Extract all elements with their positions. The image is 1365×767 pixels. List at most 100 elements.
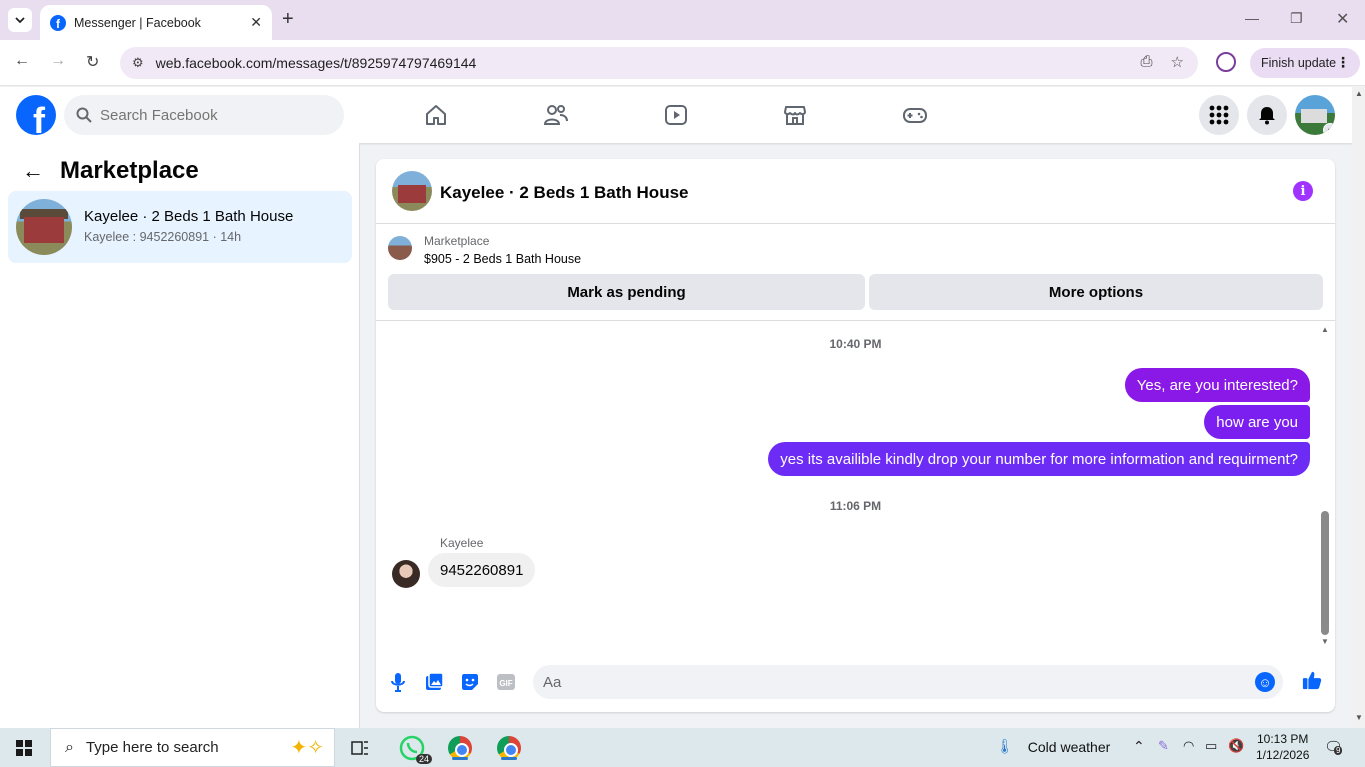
site-info-icon[interactable]: ⚙ [132, 55, 144, 71]
facebook-logo[interactable]: f [16, 95, 56, 135]
restore-icon[interactable]: ❐ [1290, 10, 1303, 27]
windows-taskbar: ⌕ Type here to search ✦✧ 24 🌡 Cold weath… [0, 728, 1365, 767]
message-composer: GIF ☺ [376, 659, 1335, 712]
pen-icon[interactable]: ✎ [1158, 738, 1169, 754]
scroll-down-icon[interactable]: ▼ [1321, 637, 1329, 646]
back-arrow-icon[interactable]: ← [14, 52, 30, 70]
chrome-profile-icon[interactable] [446, 734, 474, 762]
scroll-up-icon[interactable]: ▲ [1355, 89, 1363, 98]
chat-title[interactable]: Kayelee · 2 Beds 1 Bath House [440, 183, 688, 203]
message-scrollbar[interactable]: ▲ ▼ [1319, 325, 1331, 647]
weather-widget[interactable]: 🌡 Cold weather [996, 738, 1110, 755]
clock-date: 1/12/2026 [1256, 748, 1310, 762]
facebook-header: f ▾ [0, 87, 1352, 143]
search-icon [76, 107, 92, 123]
taskbar-search[interactable]: ⌕ Type here to search ✦✧ [50, 728, 335, 767]
message-input[interactable] [543, 673, 1233, 691]
profile-photo-house [1301, 109, 1327, 123]
browser-profile-icon[interactable] [1216, 52, 1236, 72]
forward-arrow-icon[interactable]: → [50, 52, 66, 70]
battery-icon[interactable]: ▭ [1205, 738, 1217, 754]
tab-title: Messenger | Facebook [74, 15, 201, 30]
conversation-name: Kayelee · 2 Beds 1 Bath House [84, 208, 294, 225]
browser-toolbar: ← → ↻ ⚙ web.facebook.com/messages/t/8925… [0, 40, 1365, 86]
watch-icon[interactable] [662, 101, 690, 129]
tray-chevron-up-icon[interactable]: ⌃ [1133, 738, 1145, 755]
windows-start-icon[interactable] [16, 740, 32, 756]
close-window-icon[interactable]: ✕ [1336, 9, 1349, 29]
facebook-favicon: f [50, 14, 66, 31]
scroll-down-icon[interactable]: ▼ [1355, 713, 1363, 722]
info-icon[interactable]: i [1293, 181, 1313, 201]
outgoing-message[interactable]: yes its availible kindly drop your numbe… [768, 442, 1310, 476]
taskbar-clock[interactable]: 10:13 PM 1/12/2026 [1256, 731, 1309, 763]
browser-tab[interactable]: f Messenger | Facebook ✕ [40, 5, 272, 40]
notifications-button[interactable] [1247, 95, 1287, 135]
listing-thumbnail[interactable] [388, 236, 412, 260]
more-options-button[interactable]: More options [869, 274, 1323, 310]
microphone-icon[interactable] [388, 672, 408, 692]
gaming-icon[interactable] [901, 101, 929, 129]
mark-as-pending-button[interactable]: Mark as pending [388, 274, 865, 310]
scroll-up-icon[interactable]: ▲ [1321, 325, 1329, 334]
finish-update-label: Finish update [1261, 56, 1337, 70]
chat-panel: Kayelee · 2 Beds 1 Bath House i Marketpl… [376, 159, 1335, 712]
sender-avatar[interactable] [392, 560, 420, 588]
notification-center-icon[interactable]: 🗨9 [1324, 738, 1343, 756]
notification-count: 9 [1334, 746, 1343, 755]
bookmark-star-icon[interactable]: ☆ [1171, 53, 1184, 71]
search-bar[interactable] [64, 95, 344, 135]
new-tab-button[interactable]: + [282, 8, 294, 31]
whatsapp-icon[interactable]: 24 [398, 734, 432, 764]
listing-price-title[interactable]: $905 - 2 Beds 1 Bath House [424, 252, 581, 266]
home-icon[interactable] [422, 101, 450, 129]
tab-search-button[interactable] [8, 8, 32, 32]
sidebar-title: Marketplace [60, 157, 199, 184]
search-input[interactable] [100, 106, 320, 124]
message-timestamp: 10:40 PM [829, 337, 882, 351]
chevron-down-icon[interactable]: ▾ [1323, 123, 1335, 135]
thumbs-up-icon[interactable] [1302, 670, 1322, 690]
friends-icon[interactable] [542, 101, 570, 129]
sender-name: Kayelee [440, 536, 484, 550]
incoming-message[interactable]: 9452260891 [428, 553, 536, 587]
wifi-icon[interactable]: ◠ [1183, 738, 1194, 754]
sticker-icon[interactable] [460, 672, 480, 692]
mute-icon[interactable]: 🔇 [1228, 738, 1244, 754]
url-text: web.facebook.com/messages/t/892597479746… [155, 55, 477, 71]
chat-header: Kayelee · 2 Beds 1 Bath House i [376, 159, 1335, 224]
chrome-active-window-icon[interactable] [495, 734, 523, 762]
task-view-icon[interactable] [346, 734, 374, 762]
marketplace-icon[interactable] [781, 101, 809, 129]
menu-grid-button[interactable] [1199, 95, 1239, 135]
conversation-item[interactable]: Kayelee · 2 Beds 1 Bath House Kayelee : … [8, 191, 352, 263]
back-arrow-icon[interactable]: ← [22, 158, 44, 184]
scrollbar-thumb[interactable] [1321, 511, 1329, 635]
minimize-icon[interactable]: — [1245, 10, 1259, 26]
address-bar[interactable]: ⚙ web.facebook.com/messages/t/8925974797… [120, 47, 1198, 79]
chevron-down-icon [15, 17, 25, 24]
profile-avatar[interactable]: ▾ [1295, 95, 1335, 135]
message-timestamp: 11:06 PM [829, 499, 882, 513]
copilot-sparkle-icon[interactable]: ✦✧ [290, 735, 324, 760]
finish-update-button[interactable]: Finish update ⋮ [1250, 48, 1360, 78]
photo-icon[interactable] [424, 672, 444, 692]
browser-menu-icon[interactable]: ⋮ [1336, 54, 1350, 71]
whatsapp-badge: 24 [415, 754, 432, 764]
bell-icon [1259, 107, 1275, 125]
emoji-icon[interactable]: ☺ [1255, 672, 1275, 692]
clock-time: 10:13 PM [1257, 732, 1309, 746]
message-input-field[interactable]: ☺ [533, 665, 1283, 699]
tab-close-icon[interactable]: ✕ [250, 14, 262, 31]
page-scrollbar[interactable]: ▲ ▼ [1352, 87, 1365, 728]
outgoing-message[interactable]: Yes, are you interested? [1124, 368, 1310, 402]
listing-label: Marketplace [424, 234, 490, 248]
install-app-icon[interactable]: ⎙ [1141, 53, 1153, 71]
outgoing-message[interactable]: how are you [1204, 405, 1310, 439]
gif-icon[interactable]: GIF [496, 672, 516, 692]
reload-icon[interactable]: ↻ [86, 52, 99, 72]
search-icon: ⌕ [65, 738, 74, 756]
grid-menu-icon [1209, 105, 1229, 125]
taskbar-search-placeholder: Type here to search [85, 739, 219, 756]
chat-avatar[interactable] [392, 171, 432, 211]
